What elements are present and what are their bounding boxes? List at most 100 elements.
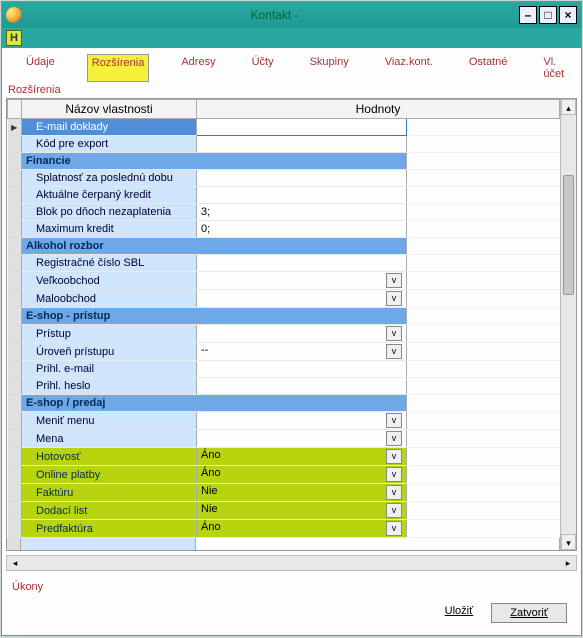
group-row[interactable]: E-shop - prístup	[8, 308, 560, 325]
property-value[interactable]	[197, 170, 407, 187]
chevron-down-icon[interactable]: v	[386, 326, 402, 341]
property-value[interactable]: Ánov	[197, 520, 407, 538]
h-toggle-button[interactable]: H	[6, 30, 22, 46]
property-row[interactable]: Maloobchodv	[8, 290, 560, 308]
property-value[interactable]: --v	[197, 343, 407, 361]
property-name[interactable]: Prihl. heslo	[22, 378, 197, 395]
row-selector[interactable]	[8, 466, 22, 484]
property-row[interactable]: E-mail doklady	[8, 119, 560, 136]
row-selector[interactable]	[8, 325, 22, 343]
property-value[interactable]: Niev	[197, 502, 407, 520]
row-selector[interactable]	[8, 308, 22, 325]
row-selector[interactable]	[8, 502, 22, 520]
property-name[interactable]: Predfaktúra	[22, 520, 197, 538]
property-value[interactable]	[197, 136, 407, 153]
property-name[interactable]: E-mail doklady	[22, 119, 197, 136]
row-selector[interactable]	[8, 395, 22, 412]
property-value[interactable]: Niev	[197, 484, 407, 502]
property-row[interactable]: Mena v	[8, 430, 560, 448]
row-selector[interactable]	[8, 187, 22, 204]
property-value[interactable]: Ánov	[197, 448, 407, 466]
chevron-down-icon[interactable]: v	[386, 467, 402, 482]
chevron-down-icon[interactable]: v	[386, 449, 402, 464]
chevron-down-icon[interactable]: v	[386, 273, 402, 288]
group-label[interactable]: E-shop / predaj	[22, 395, 407, 412]
row-selector[interactable]	[8, 378, 22, 395]
chevron-down-icon[interactable]: v	[386, 521, 402, 536]
property-name[interactable]: Mena	[22, 430, 197, 448]
row-selector[interactable]	[8, 170, 22, 187]
property-row[interactable]: HotovosťÁnov	[8, 448, 560, 466]
chevron-down-icon[interactable]: v	[386, 503, 402, 518]
property-row[interactable]: Veľkoobchodv	[8, 272, 560, 290]
property-name[interactable]: Kód pre export	[22, 136, 197, 153]
property-row[interactable]: Meniť menuv	[8, 412, 560, 430]
row-selector[interactable]	[8, 484, 22, 502]
row-selector[interactable]	[8, 448, 22, 466]
tab-rozsirenia[interactable]: Rozšírenia	[87, 54, 150, 82]
chevron-down-icon[interactable]: v	[386, 431, 402, 446]
property-name[interactable]: Maximum kredit	[22, 221, 197, 238]
scroll-left-icon[interactable]: ◂	[7, 556, 23, 570]
property-value[interactable]: v	[197, 412, 407, 430]
chevron-down-icon[interactable]: v	[386, 291, 402, 306]
property-name[interactable]: Prístup	[22, 325, 197, 343]
scroll-right-icon[interactable]: ▸	[560, 556, 576, 570]
property-row[interactable]: Prihl. heslo	[8, 378, 560, 395]
row-selector[interactable]	[8, 272, 22, 290]
property-row[interactable]: Maximum kredit0;	[8, 221, 560, 238]
property-name[interactable]: Aktuálne čerpaný kredit	[22, 187, 197, 204]
property-value[interactable]	[197, 361, 407, 378]
row-selector[interactable]	[8, 119, 22, 136]
property-name[interactable]: Meniť menu	[22, 412, 197, 430]
group-row[interactable]: Alkohol rozbor	[8, 238, 560, 255]
property-row[interactable]: PredfaktúraÁnov	[8, 520, 560, 538]
tab-ucty[interactable]: Účty	[248, 54, 278, 82]
vertical-scrollbar[interactable]: ▴ ▾	[560, 99, 576, 550]
tab-udaje[interactable]: Údaje	[22, 54, 59, 82]
property-row[interactable]: Úroveň prístupu--v	[8, 343, 560, 361]
group-label[interactable]: Alkohol rozbor	[22, 238, 407, 255]
property-value[interactable]: v	[197, 325, 407, 343]
property-name[interactable]: Splatnosť za poslednú dobu	[22, 170, 197, 187]
actions-link[interactable]: Úkony	[12, 581, 573, 593]
property-value[interactable]: 0;	[197, 221, 407, 238]
property-value[interactable]	[197, 255, 407, 272]
chevron-down-icon[interactable]: v	[386, 344, 402, 359]
tab-skupiny[interactable]: Skupiny	[306, 54, 353, 82]
property-row[interactable]: Online platbyÁnov	[8, 466, 560, 484]
property-value[interactable]: v	[197, 272, 407, 290]
property-row[interactable]: Aktuálne čerpaný kredit	[8, 187, 560, 204]
property-value[interactable]	[197, 378, 407, 395]
col-header-name[interactable]: Názov vlastnosti	[22, 100, 197, 119]
property-row[interactable]: FaktúruNiev	[8, 484, 560, 502]
group-row[interactable]: E-shop / predaj	[8, 395, 560, 412]
scroll-down-icon[interactable]: ▾	[561, 534, 576, 550]
maximize-button[interactable]: □	[539, 6, 557, 24]
tab-vlucet[interactable]: Vl. účet	[539, 54, 568, 82]
tab-ostatne[interactable]: Ostatné	[465, 54, 512, 82]
property-name[interactable]: Blok po dňoch nezaplatenia	[22, 204, 197, 221]
group-label[interactable]: E-shop - prístup	[22, 308, 407, 325]
chevron-down-icon[interactable]: v	[386, 485, 402, 500]
row-selector[interactable]	[8, 255, 22, 272]
row-selector[interactable]	[8, 290, 22, 308]
row-selector[interactable]	[8, 238, 22, 255]
property-row[interactable]: Splatnosť za poslednú dobu	[8, 170, 560, 187]
property-value[interactable]: 3;	[197, 204, 407, 221]
save-button[interactable]: Uložiť	[439, 603, 480, 623]
col-header-value[interactable]: Hodnoty	[197, 100, 560, 119]
property-row[interactable]: Registračné číslo SBL	[8, 255, 560, 272]
property-value[interactable]	[197, 119, 407, 136]
property-value[interactable]: Ánov	[197, 466, 407, 484]
row-selector[interactable]	[8, 430, 22, 448]
property-name[interactable]: Prihl. e-mail	[22, 361, 197, 378]
property-row[interactable]: Kód pre export	[8, 136, 560, 153]
property-name[interactable]: Hotovosť	[22, 448, 197, 466]
property-value[interactable]: v	[197, 430, 407, 448]
close-window-button[interactable]: ×	[559, 6, 577, 24]
property-row[interactable]: Prístup v	[8, 325, 560, 343]
property-name[interactable]: Faktúru	[22, 484, 197, 502]
row-selector[interactable]	[8, 520, 22, 538]
group-label[interactable]: Financie	[22, 153, 407, 170]
